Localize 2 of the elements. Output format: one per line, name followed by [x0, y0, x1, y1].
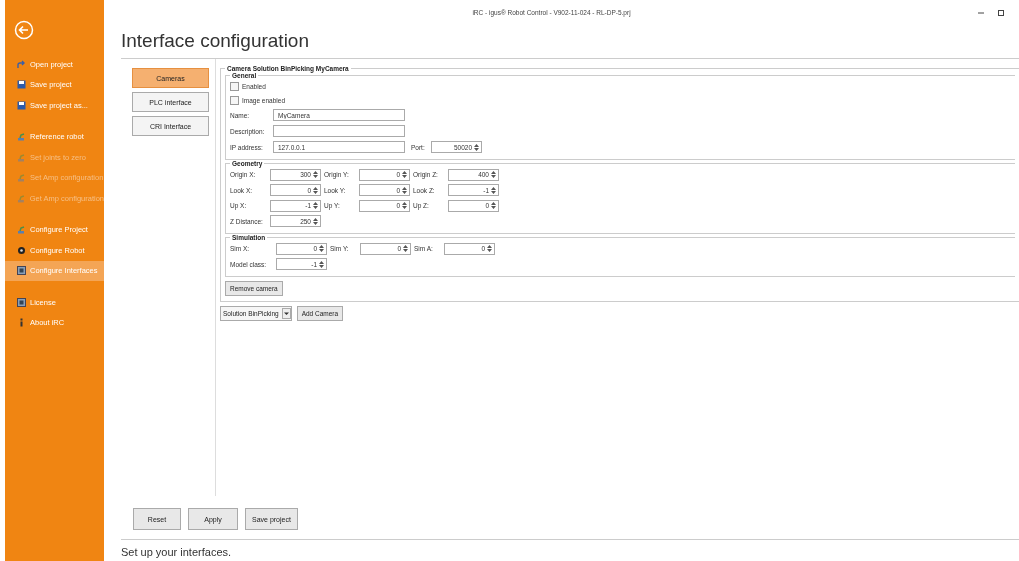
page-title: Interface configuration: [121, 30, 1019, 59]
status-text: Set up your interfaces.: [121, 539, 1019, 558]
